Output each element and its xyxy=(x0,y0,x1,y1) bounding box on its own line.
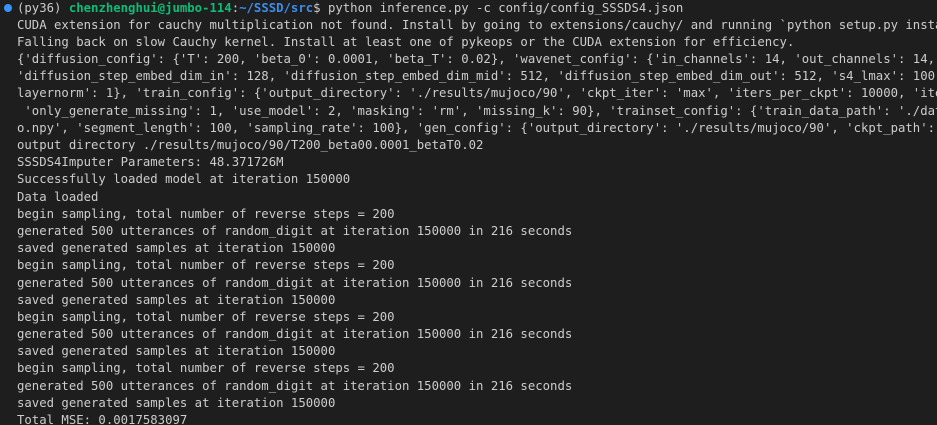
output-line: CUDA extension for cauchy multiplication… xyxy=(17,17,937,32)
prompt-command: python inference.py -c config/config_SSS… xyxy=(327,0,684,15)
output-line: layernorm': 1}, 'train_config': {'output… xyxy=(17,86,937,101)
command-status-dot-icon[interactable] xyxy=(4,4,12,13)
output-line: saved generated samples at iteration 150… xyxy=(17,292,336,307)
output-line: output directory ./results/mujoco/90/T20… xyxy=(17,138,484,152)
output-line: begin sampling, total number of reverse … xyxy=(17,361,395,376)
prompt-path: ~/SSSD/src xyxy=(239,0,314,15)
output-line: begin sampling, total number of reverse … xyxy=(17,206,395,221)
terminal-output: (py36) chenzhenghui@jumbo-114: ~/SSSD/src… xyxy=(4,0,937,425)
output-line: Total MSE: 0.0017583097 xyxy=(17,413,188,425)
prompt-user-host: chenzhenghui@jumbo-114 xyxy=(68,0,232,15)
output-line: generated 500 utterances of random_digit… xyxy=(17,275,573,290)
output-line: generated 500 utterances of random_digit… xyxy=(17,223,573,238)
output-line: Successfully loaded model at iteration 1… xyxy=(17,172,351,187)
prompt-separator: : xyxy=(231,0,240,15)
output-line: Data loaded xyxy=(17,189,99,204)
output-line: SSSDS4Imputer Parameters: 48.371726M xyxy=(17,155,284,170)
output-line: 'diffusion_step_embed_dim_in': 128, 'dif… xyxy=(17,69,937,84)
output-line: saved generated samples at iteration 150… xyxy=(17,241,336,256)
output-line: generated 500 utterances of random_digit… xyxy=(17,378,573,393)
output-line: begin sampling, total number of reverse … xyxy=(17,258,395,273)
output-line: saved generated samples at iteration 150… xyxy=(17,395,336,410)
output-line: {'diffusion_config': {'T': 200, 'beta_0'… xyxy=(17,52,937,67)
output-line: generated 500 utterances of random_digit… xyxy=(17,327,573,342)
prompt-line: (py36) chenzhenghui@jumbo-114: ~/SSSD/src… xyxy=(4,0,937,17)
terminal-panel[interactable]: (py36) chenzhenghui@jumbo-114: ~/SSSD/src… xyxy=(0,0,937,425)
output-line: 'only_generate_missing': 1, 'use_model':… xyxy=(17,103,937,118)
output-line: o.npy', 'segment_length': 100, 'sampling… xyxy=(17,120,937,135)
output-line: saved generated samples at iteration 150… xyxy=(17,344,336,359)
output-line: begin sampling, total number of reverse … xyxy=(17,309,395,324)
prompt-symbol: $ xyxy=(313,0,328,15)
prompt-env: (py36) xyxy=(17,0,69,15)
output-line: Falling back on slow Cauchy kernel. Inst… xyxy=(17,34,795,49)
